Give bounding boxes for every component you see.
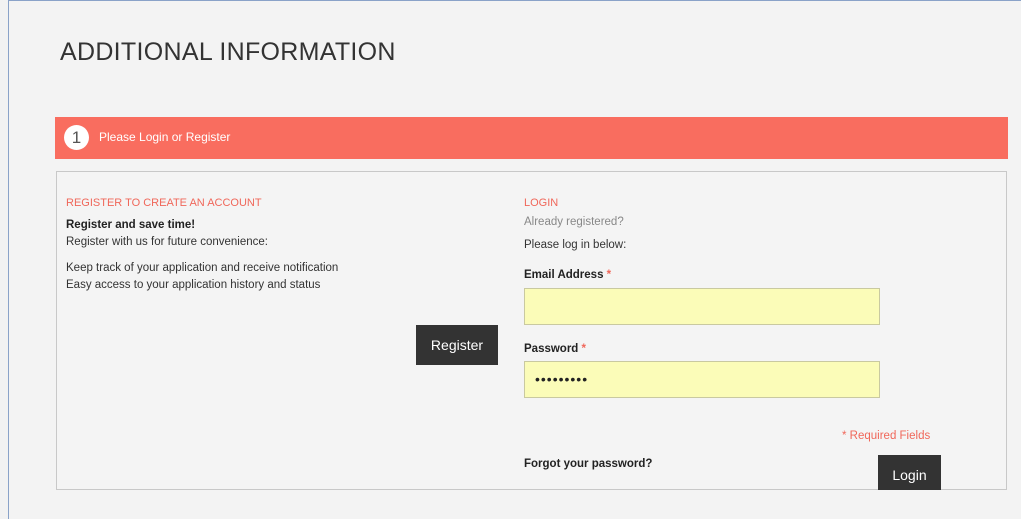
already-registered-text: Already registered? bbox=[524, 216, 624, 228]
page-title: ADDITIONAL INFORMATION bbox=[60, 38, 396, 66]
register-subtitle: Register and save time! bbox=[66, 219, 196, 231]
login-heading: LOGIN bbox=[524, 197, 559, 209]
password-label: Password * bbox=[524, 343, 586, 355]
page-bottom bbox=[56, 490, 1007, 519]
email-label-text: Email Address bbox=[524, 269, 604, 281]
register-heading: REGISTER TO CREATE AN ACCOUNT bbox=[66, 197, 262, 209]
register-button[interactable]: Register bbox=[416, 325, 498, 365]
step-label: Please Login or Register bbox=[99, 130, 231, 144]
email-field[interactable] bbox=[524, 288, 880, 325]
step-number-badge: 1 bbox=[64, 125, 89, 150]
password-label-text: Password bbox=[524, 343, 579, 355]
login-prompt: Please log in below: bbox=[524, 239, 627, 251]
register-description: Register with us for future convenience: bbox=[66, 236, 268, 248]
email-required-marker: * bbox=[606, 269, 612, 281]
forgot-password-link[interactable]: Forgot your password? bbox=[524, 458, 652, 470]
step-bar: 1 Please Login or Register bbox=[55, 117, 1008, 159]
login-button[interactable]: Login bbox=[878, 455, 941, 495]
register-benefit-2: Easy access to your application history … bbox=[66, 279, 321, 291]
register-benefit-1: Keep track of your application and recei… bbox=[66, 262, 339, 274]
required-fields-note: * Required Fields bbox=[842, 430, 931, 442]
password-required-marker: * bbox=[581, 343, 587, 355]
password-field[interactable]: ••••••••• bbox=[524, 361, 880, 398]
login-register-panel: REGISTER TO CREATE AN ACCOUNT Register a… bbox=[56, 171, 1007, 495]
email-label: Email Address * bbox=[524, 269, 611, 281]
